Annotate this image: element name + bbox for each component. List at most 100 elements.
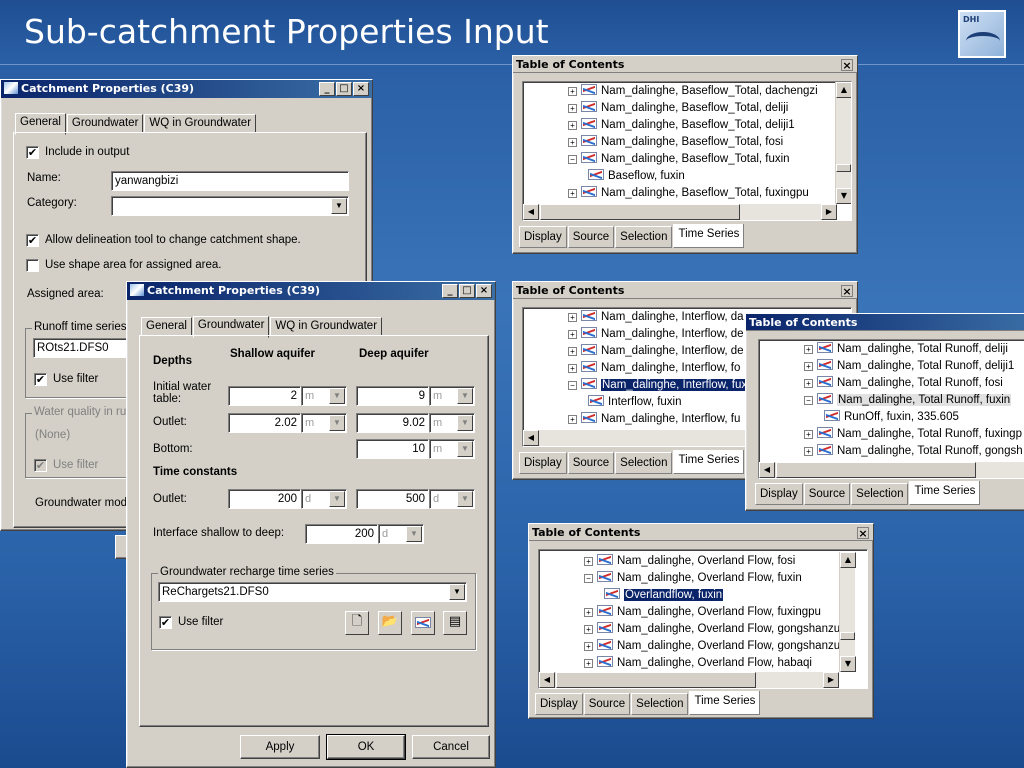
expand-icon[interactable]: + <box>568 189 577 198</box>
chevron-down-icon[interactable]: ▼ <box>457 491 473 507</box>
collapse-icon[interactable]: − <box>804 396 813 405</box>
allow-delineation-checkbox[interactable]: ✔ <box>26 234 39 247</box>
tree-item[interactable]: + Nam_dalinghe, Baseflow_Total, dachengzi <box>568 83 818 100</box>
chevron-down-icon[interactable]: ▼ <box>329 415 345 431</box>
tc-deep-unit[interactable]: d ▼ <box>429 489 475 509</box>
expand-icon[interactable]: + <box>804 447 813 456</box>
tree-item[interactable]: + Nam_dalinghe, Interflow, de <box>568 343 748 360</box>
tab-time-series[interactable]: Time Series <box>673 224 745 248</box>
tab-display[interactable]: Display <box>519 226 567 248</box>
scroll-right-button[interactable]: ▶ <box>821 204 837 220</box>
tree-item[interactable]: + Nam_dalinghe, Baseflow_Total, deliji <box>568 100 818 117</box>
tab-selection[interactable]: Selection <box>631 693 689 715</box>
tree-item[interactable]: − Nam_dalinghe, Interflow, fux <box>568 377 749 394</box>
vertical-scrollbar[interactable]: ▲ ▼ <box>835 82 851 204</box>
tab-source[interactable]: Source <box>803 483 851 505</box>
tree-item[interactable]: + Nam_dalinghe, Overland Flow, fosi <box>584 553 840 570</box>
toc-title-bar[interactable]: Table of Contents × <box>513 282 857 299</box>
tree-item[interactable]: − Nam_dalinghe, Baseflow_Total, fuxin <box>568 151 818 168</box>
ok-button[interactable]: OK <box>326 734 406 760</box>
scroll-left-button[interactable]: ◀ <box>523 204 539 220</box>
expand-icon[interactable]: + <box>804 430 813 439</box>
recharge-use-filter-checkbox[interactable]: ✔ <box>159 616 172 629</box>
tree-item[interactable]: + Nam_dalinghe, Baseflow_Total, fosi <box>568 134 818 151</box>
runoff-use-filter-checkbox[interactable]: ✔ <box>34 373 47 386</box>
expand-icon[interactable]: + <box>568 347 577 356</box>
scroll-thumb[interactable] <box>540 204 740 220</box>
scroll-left-button[interactable]: ◀ <box>539 672 555 688</box>
scroll-thumb[interactable] <box>840 632 855 640</box>
tab-time-series[interactable]: Time Series <box>689 691 761 715</box>
tree-item[interactable]: + Nam_dalinghe, Total Runoff, deliji1 <box>804 358 1023 375</box>
close-icon[interactable]: × <box>841 59 853 71</box>
tree-item[interactable]: + Nam_dalinghe, Baseflow_Total, fuxingpu <box>568 185 818 202</box>
cancel-button[interactable]: Cancel <box>412 735 490 759</box>
outlet-deep-unit[interactable]: m ▼ <box>429 413 475 433</box>
expand-icon[interactable]: + <box>804 362 813 371</box>
expand-icon[interactable]: + <box>568 87 577 96</box>
close-icon[interactable]: × <box>841 285 853 297</box>
tree-item[interactable]: + Nam_dalinghe, Baseflow_Total, deliji1 <box>568 117 818 134</box>
title-bar[interactable]: Catchment Properties (C39) _ □ × <box>127 282 495 300</box>
close-button[interactable]: × <box>353 82 369 96</box>
expand-icon[interactable]: + <box>584 659 593 668</box>
close-icon[interactable]: × <box>857 527 869 539</box>
tree-item[interactable]: Overlandflow, fuxin <box>584 587 840 604</box>
tree-item[interactable]: + Nam_dalinghe, Interflow, fo <box>568 360 748 377</box>
horizontal-scrollbar[interactable]: ◀ ▶ <box>539 672 839 688</box>
tree-item[interactable]: RunOff, fuxin, 335.605 <box>804 409 1023 426</box>
expand-icon[interactable]: + <box>568 138 577 147</box>
tree-item[interactable]: − Nam_dalinghe, Total Runoff, fuxin <box>804 392 1023 409</box>
minimize-button[interactable]: _ <box>319 82 335 96</box>
include-output-checkbox[interactable]: ✔ <box>26 146 39 159</box>
tc-deep-input[interactable]: 500 <box>356 489 429 509</box>
tab-selection[interactable]: Selection <box>851 483 909 505</box>
tree-item[interactable]: + Nam_dalinghe, Total Runoff, deliji <box>804 341 1023 358</box>
tab-source[interactable]: Source <box>567 226 615 248</box>
tab-display[interactable]: Display <box>535 693 583 715</box>
tab-selection[interactable]: Selection <box>615 226 673 248</box>
tc-shallow-input[interactable]: 200 <box>228 489 301 509</box>
collapse-icon[interactable]: − <box>568 381 577 390</box>
tree-item[interactable]: + Nam_dalinghe, Total Runoff, fuxingp <box>804 426 1023 443</box>
outlet-deep-input[interactable]: 9.02 <box>356 413 429 433</box>
tree-item[interactable]: + Nam_dalinghe, Total Runoff, gongsh <box>804 443 1023 460</box>
tree-item[interactable]: + Nam_dalinghe, Overland Flow, gongshanzu <box>584 638 840 655</box>
expand-icon[interactable]: + <box>568 330 577 339</box>
interface-input[interactable]: 200 <box>305 524 378 544</box>
minimize-button[interactable]: _ <box>442 284 458 298</box>
tab-selection[interactable]: Selection <box>615 452 673 474</box>
apply-button[interactable]: Apply <box>240 735 320 759</box>
tab-display[interactable]: Display <box>755 483 803 505</box>
chevron-down-icon[interactable]: ▼ <box>457 415 473 431</box>
collapse-icon[interactable]: − <box>584 574 593 583</box>
category-select[interactable]: ▼ <box>111 196 349 216</box>
scroll-thumb[interactable] <box>556 672 756 688</box>
scroll-up-button[interactable]: ▲ <box>840 552 856 568</box>
tree-item[interactable]: + Nam_dalinghe, Interflow, da <box>568 309 748 326</box>
initial-deep-input[interactable]: 9 <box>356 386 429 406</box>
maximize-button[interactable]: □ <box>336 82 352 96</box>
tree-item[interactable]: + Nam_dalinghe, Interflow, de <box>568 326 748 343</box>
initial-deep-unit[interactable]: m ▼ <box>429 386 475 406</box>
tab-source[interactable]: Source <box>567 452 615 474</box>
expand-icon[interactable]: + <box>584 557 593 566</box>
scroll-left-button[interactable]: ◀ <box>759 462 775 478</box>
title-bar[interactable]: Catchment Properties (C39) _ □ × <box>1 80 372 98</box>
tree-item[interactable]: Baseflow, fuxin <box>568 168 818 185</box>
tree-item[interactable]: − Nam_dalinghe, Overland Flow, fuxin <box>584 570 840 587</box>
horizontal-scrollbar[interactable]: ◀ ▶ <box>523 204 837 220</box>
maximize-button[interactable]: □ <box>459 284 475 298</box>
tree-item[interactable]: + Nam_dalinghe, Total Runoff, fosi <box>804 375 1023 392</box>
expand-icon[interactable]: + <box>584 625 593 634</box>
tree-item[interactable]: + Nam_dalinghe, Overland Flow, habaqi <box>584 655 840 672</box>
plot-icon[interactable] <box>411 611 435 635</box>
scroll-right-button[interactable]: ▶ <box>823 672 839 688</box>
collapse-icon[interactable]: − <box>568 155 577 164</box>
name-input[interactable]: yanwangbizi <box>111 171 349 191</box>
scroll-thumb[interactable] <box>836 164 851 172</box>
chevron-down-icon[interactable]: ▼ <box>406 526 422 542</box>
toc-title-bar[interactable]: Table of Contents <box>746 314 1024 331</box>
vertical-scrollbar[interactable]: ▲ ▼ <box>839 552 856 672</box>
expand-icon[interactable]: + <box>568 313 577 322</box>
